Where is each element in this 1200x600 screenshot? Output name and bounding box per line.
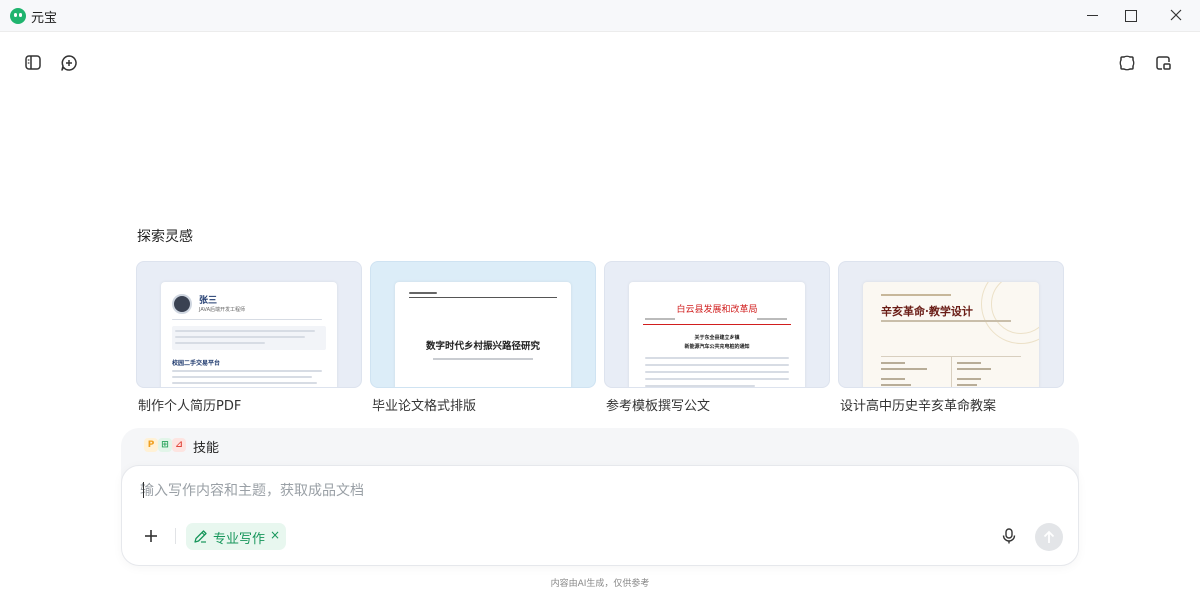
card-label-official-doc[interactable]: 参考模板撰写公文: [606, 395, 710, 414]
thesis-subtitle-line: [433, 358, 533, 360]
thesis-preview: 数字时代乡村振兴路径研究: [395, 282, 571, 387]
official-doc-org: 白云县发展和改革局: [676, 305, 758, 315]
resume-text-line: [175, 342, 265, 344]
lesson-table-cell: [881, 384, 911, 386]
sidebar-toggle-button[interactable]: [21, 51, 45, 75]
card-label-resume[interactable]: 制作个人简历PDF: [138, 395, 241, 414]
card-label-thesis[interactable]: 毕业论文格式排版: [372, 395, 476, 414]
lesson-table-cell: [957, 368, 991, 370]
lesson-subtitle-line: [881, 320, 1011, 322]
thesis-header-text: [409, 292, 437, 294]
lesson-table-cell: [881, 368, 927, 370]
lesson-table-divider: [951, 356, 952, 387]
card-label-lesson-plan[interactable]: 设计高中历史辛亥革命教案: [840, 395, 996, 414]
doc-text-line: [645, 371, 789, 373]
toolbar-separator: [175, 528, 176, 544]
resume-divider: [172, 319, 322, 320]
skills-label[interactable]: 技能: [193, 437, 219, 456]
close-icon: [1170, 9, 1182, 21]
lesson-table-cell: [957, 384, 977, 386]
resume-preview: 张三 JAVA后端开发工程师 校园二手交易平台: [161, 282, 337, 387]
add-attachment-button[interactable]: [140, 525, 162, 547]
lesson-table-cell: [881, 362, 905, 364]
lesson-table-cell: [881, 378, 905, 380]
doc-text-line: [645, 385, 755, 387]
ai-disclaimer: 内容由AI生成，仅供参考: [550, 579, 650, 589]
resume-section-title: 校园二手交易平台: [172, 360, 221, 367]
chip-label: 专业写作: [213, 532, 266, 547]
ppt-skill-icon: P: [144, 438, 158, 452]
app-title: 元宝: [31, 11, 58, 26]
card-lesson-plan[interactable]: 辛亥革命·教学设计: [838, 261, 1064, 388]
explore-title: 探索灵感: [137, 229, 193, 245]
sheet-skill-icon: ⊞: [158, 438, 172, 452]
lesson-title: 辛亥革命·教学设计: [881, 305, 973, 318]
doc-meta-line: [757, 318, 787, 320]
card-official-doc[interactable]: 白云县发展和改革局 关于东全县建立乡镇 新能源汽车公共充电桩的通知: [604, 261, 830, 388]
avatar: [172, 294, 192, 314]
new-chat-icon: [61, 55, 77, 71]
pen-icon: [194, 530, 207, 543]
resume-text-line: [172, 370, 322, 372]
official-doc-preview: 白云县发展和改革局 关于东全县建立乡镇 新能源汽车公共充电桩的通知: [629, 282, 805, 387]
official-doc-heading-2: 新能源汽车公共充电桩的通知: [684, 344, 750, 350]
official-doc-red-rule: [643, 324, 791, 325]
close-button[interactable]: [1153, 0, 1199, 32]
text-caret: [143, 482, 144, 498]
lesson-plan-preview: 辛亥革命·教学设计: [863, 282, 1039, 387]
pdf-skill-icon: ⊿: [172, 438, 186, 452]
screenshot-icon: [1119, 55, 1135, 71]
new-chat-button[interactable]: [57, 51, 81, 75]
chip-close-icon[interactable]: ×: [270, 528, 280, 542]
card-resume[interactable]: 张三 JAVA后端开发工程师 校园二手交易平台: [136, 261, 362, 388]
send-button[interactable]: [1035, 523, 1063, 551]
card-thesis[interactable]: 数字时代乡村振兴路径研究: [370, 261, 596, 388]
official-doc-heading-1: 关于东全县建立乡镇: [694, 335, 740, 341]
maximize-button[interactable]: [1107, 0, 1153, 32]
thesis-header-rule: [409, 297, 557, 298]
voice-input-button[interactable]: [1000, 527, 1018, 545]
sidebar-toggle-icon: [25, 55, 41, 70]
resume-text-line: [175, 330, 315, 332]
float-window-icon: [1156, 56, 1171, 70]
resume-text-line: [172, 376, 312, 378]
resume-text-line: [175, 336, 305, 338]
lesson-table-cell: [957, 362, 981, 364]
prompt-input[interactable]: [140, 480, 1040, 502]
doc-text-line: [645, 357, 789, 359]
doc-text-line: [645, 378, 789, 380]
lesson-top-line: [881, 294, 951, 296]
professional-writing-chip[interactable]: 专业写作 ×: [186, 523, 286, 550]
resume-role: JAVA后端开发工程师: [199, 307, 246, 313]
thesis-title: 数字时代乡村振兴路径研究: [425, 341, 540, 352]
plus-icon: [145, 530, 157, 542]
lesson-table-cell: [957, 378, 981, 380]
title-bar: 元宝: [0, 0, 1200, 32]
float-window-button[interactable]: [1151, 51, 1175, 75]
doc-meta-line: [645, 318, 675, 320]
yuanbao-logo-icon: [10, 8, 26, 24]
resume-name: 张三: [199, 296, 218, 306]
send-arrow-icon: [1043, 530, 1055, 543]
resume-text-line: [172, 382, 317, 384]
screenshot-button[interactable]: [1115, 51, 1139, 75]
doc-text-line: [645, 364, 789, 366]
microphone-icon: [1002, 528, 1016, 544]
